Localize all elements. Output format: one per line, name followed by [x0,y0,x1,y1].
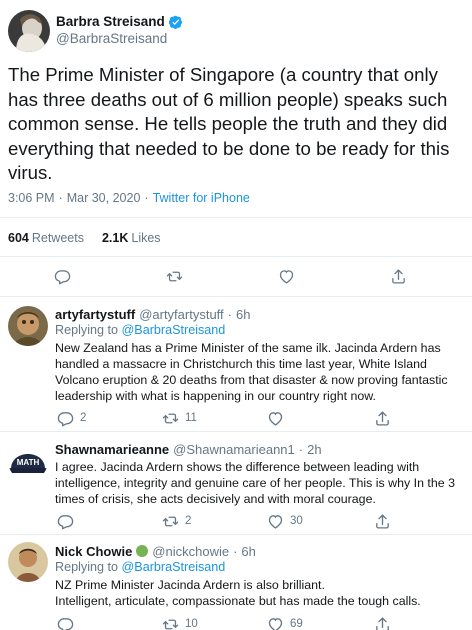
reply-author-name[interactable]: artyfartystuff [55,307,135,322]
reply-text-line: Intelligent, articulate, compassionate b… [55,594,421,608]
reply-author-handle[interactable]: @artyfartystuff [139,307,223,322]
retweet-icon [162,516,179,526]
tweet-time[interactable]: 3:06 PM [8,191,55,205]
reply-author-row: Nick Chowie @nickchowie · 6h [55,544,256,559]
divider [0,217,472,218]
like-button[interactable] [278,266,295,286]
heart-icon [268,514,283,529]
main-tweet-actions [0,266,472,290]
likes-stat[interactable]: 2.1K Likes [102,231,161,245]
share-button[interactable] [374,614,391,630]
reply-count: 2 [80,412,87,424]
meta-separator: · [233,544,238,559]
retweet-icon [166,271,183,281]
likes-label: Likes [131,231,161,245]
heart-icon [279,269,294,284]
replying-to: Replying to @BarbraStreisand [55,323,225,337]
reply-icon [54,269,71,285]
meta-separator: · [227,307,233,322]
divider [0,256,472,257]
retweet-count: 2 [185,515,192,527]
reply-avatar[interactable]: MATH [8,441,48,481]
replying-to-link[interactable]: @BarbraStreisand [122,560,226,574]
divider [0,296,472,297]
reply-time[interactable]: 6h [236,307,250,322]
retweets-count: 604 [8,231,29,245]
reply-avatar[interactable] [8,306,48,346]
tweet-meta: 3:06 PM · Mar 30, 2020 · Twitter for iPh… [8,191,250,205]
reply-author-name[interactable]: Nick Chowie [55,544,132,559]
reply-actions: 2 30 [0,511,472,535]
reply-author-row: artyfartystuff @artyfartystuff · 6h [55,307,250,322]
likes-count: 2.1K [101,231,129,245]
like-button[interactable]: 30 [267,511,303,531]
reply-author-name[interactable]: Shawnamarieanne [55,442,169,457]
tweet-text: The Prime Minister of Singapore (a count… [8,64,450,184]
reply-avatar[interactable] [8,542,48,582]
retweet-button[interactable]: 2 [162,511,191,531]
meta-separator: · [58,191,63,205]
reply-author-handle[interactable]: @Shawnamarieann1 [173,442,295,457]
reply-text: New Zealand has a Prime Minister of the … [55,341,448,403]
retweet-button[interactable]: 10 [162,614,198,630]
reply-author-row: Shawnamarieanne @Shawnamarieann1 · 2h [55,442,322,457]
reply-icon [57,411,74,427]
reply-button[interactable] [57,614,80,630]
author-handle[interactable]: @BarbraStreisand [56,31,167,46]
author-name[interactable]: Barbra Streisand [56,14,165,29]
retweets-label: Retweets [31,231,84,245]
avatar-text: MATH [17,458,40,467]
divider [0,534,472,535]
author-name-row[interactable]: Barbra Streisand [56,14,183,29]
share-icon [392,268,405,284]
share-button[interactable] [374,511,391,531]
replying-to-prefix: Replying to [55,560,119,574]
reply-time[interactable]: 2h [307,442,321,457]
share-icon [376,616,389,630]
reply-actions: 10 69 [0,614,472,630]
retweet-icon [162,619,179,629]
like-count: 30 [290,515,303,527]
share-button[interactable] [374,408,391,428]
replying-to-link[interactable]: @BarbraStreisand [122,323,226,337]
like-count: 69 [290,618,303,630]
reply-text: NZ Prime Minister Jacinda Ardern is also… [55,577,467,609]
like-button[interactable]: 69 [267,614,303,630]
reply-icon [57,617,74,630]
share-icon [376,513,389,529]
divider [0,431,472,432]
tweet-date[interactable]: Mar 30, 2020 [67,191,141,205]
reply-icon [57,514,74,530]
like-button[interactable] [267,408,290,428]
green-circle-emoji-icon [136,545,149,557]
reply-author-handle[interactable]: @nickchowie [152,544,229,559]
tweet-source-link[interactable]: Twitter for iPhone [153,191,250,205]
retweet-count: 11 [185,412,197,424]
author-avatar[interactable] [8,10,50,52]
replying-to-prefix: Replying to [55,323,119,337]
meta-separator: · [144,191,149,205]
reply-button[interactable]: 2 [57,408,86,428]
share-button[interactable] [390,266,407,286]
heart-icon [268,617,283,630]
share-icon [376,410,389,426]
replying-to: Replying to @BarbraStreisand [55,560,225,574]
retweet-icon [162,413,179,423]
reply-text-line: NZ Prime Minister Jacinda Ardern is also… [55,578,325,592]
retweet-count: 10 [185,618,198,630]
retweets-stat[interactable]: 604 Retweets [8,231,84,245]
tweet-stats: 604 Retweets 2.1K Likes [8,231,161,245]
meta-separator: · [298,442,304,457]
reply-button[interactable] [54,266,71,286]
heart-icon [268,411,283,426]
retweet-button[interactable] [166,266,183,286]
retweet-button[interactable]: 11 [162,408,197,428]
reply-text: I agree. Jacinda Ardern shows the differ… [55,460,455,506]
reply-button[interactable] [57,511,80,531]
verified-badge-icon [168,15,183,29]
reply-actions: 2 11 [0,408,472,432]
reply-time[interactable]: 6h [241,544,255,559]
